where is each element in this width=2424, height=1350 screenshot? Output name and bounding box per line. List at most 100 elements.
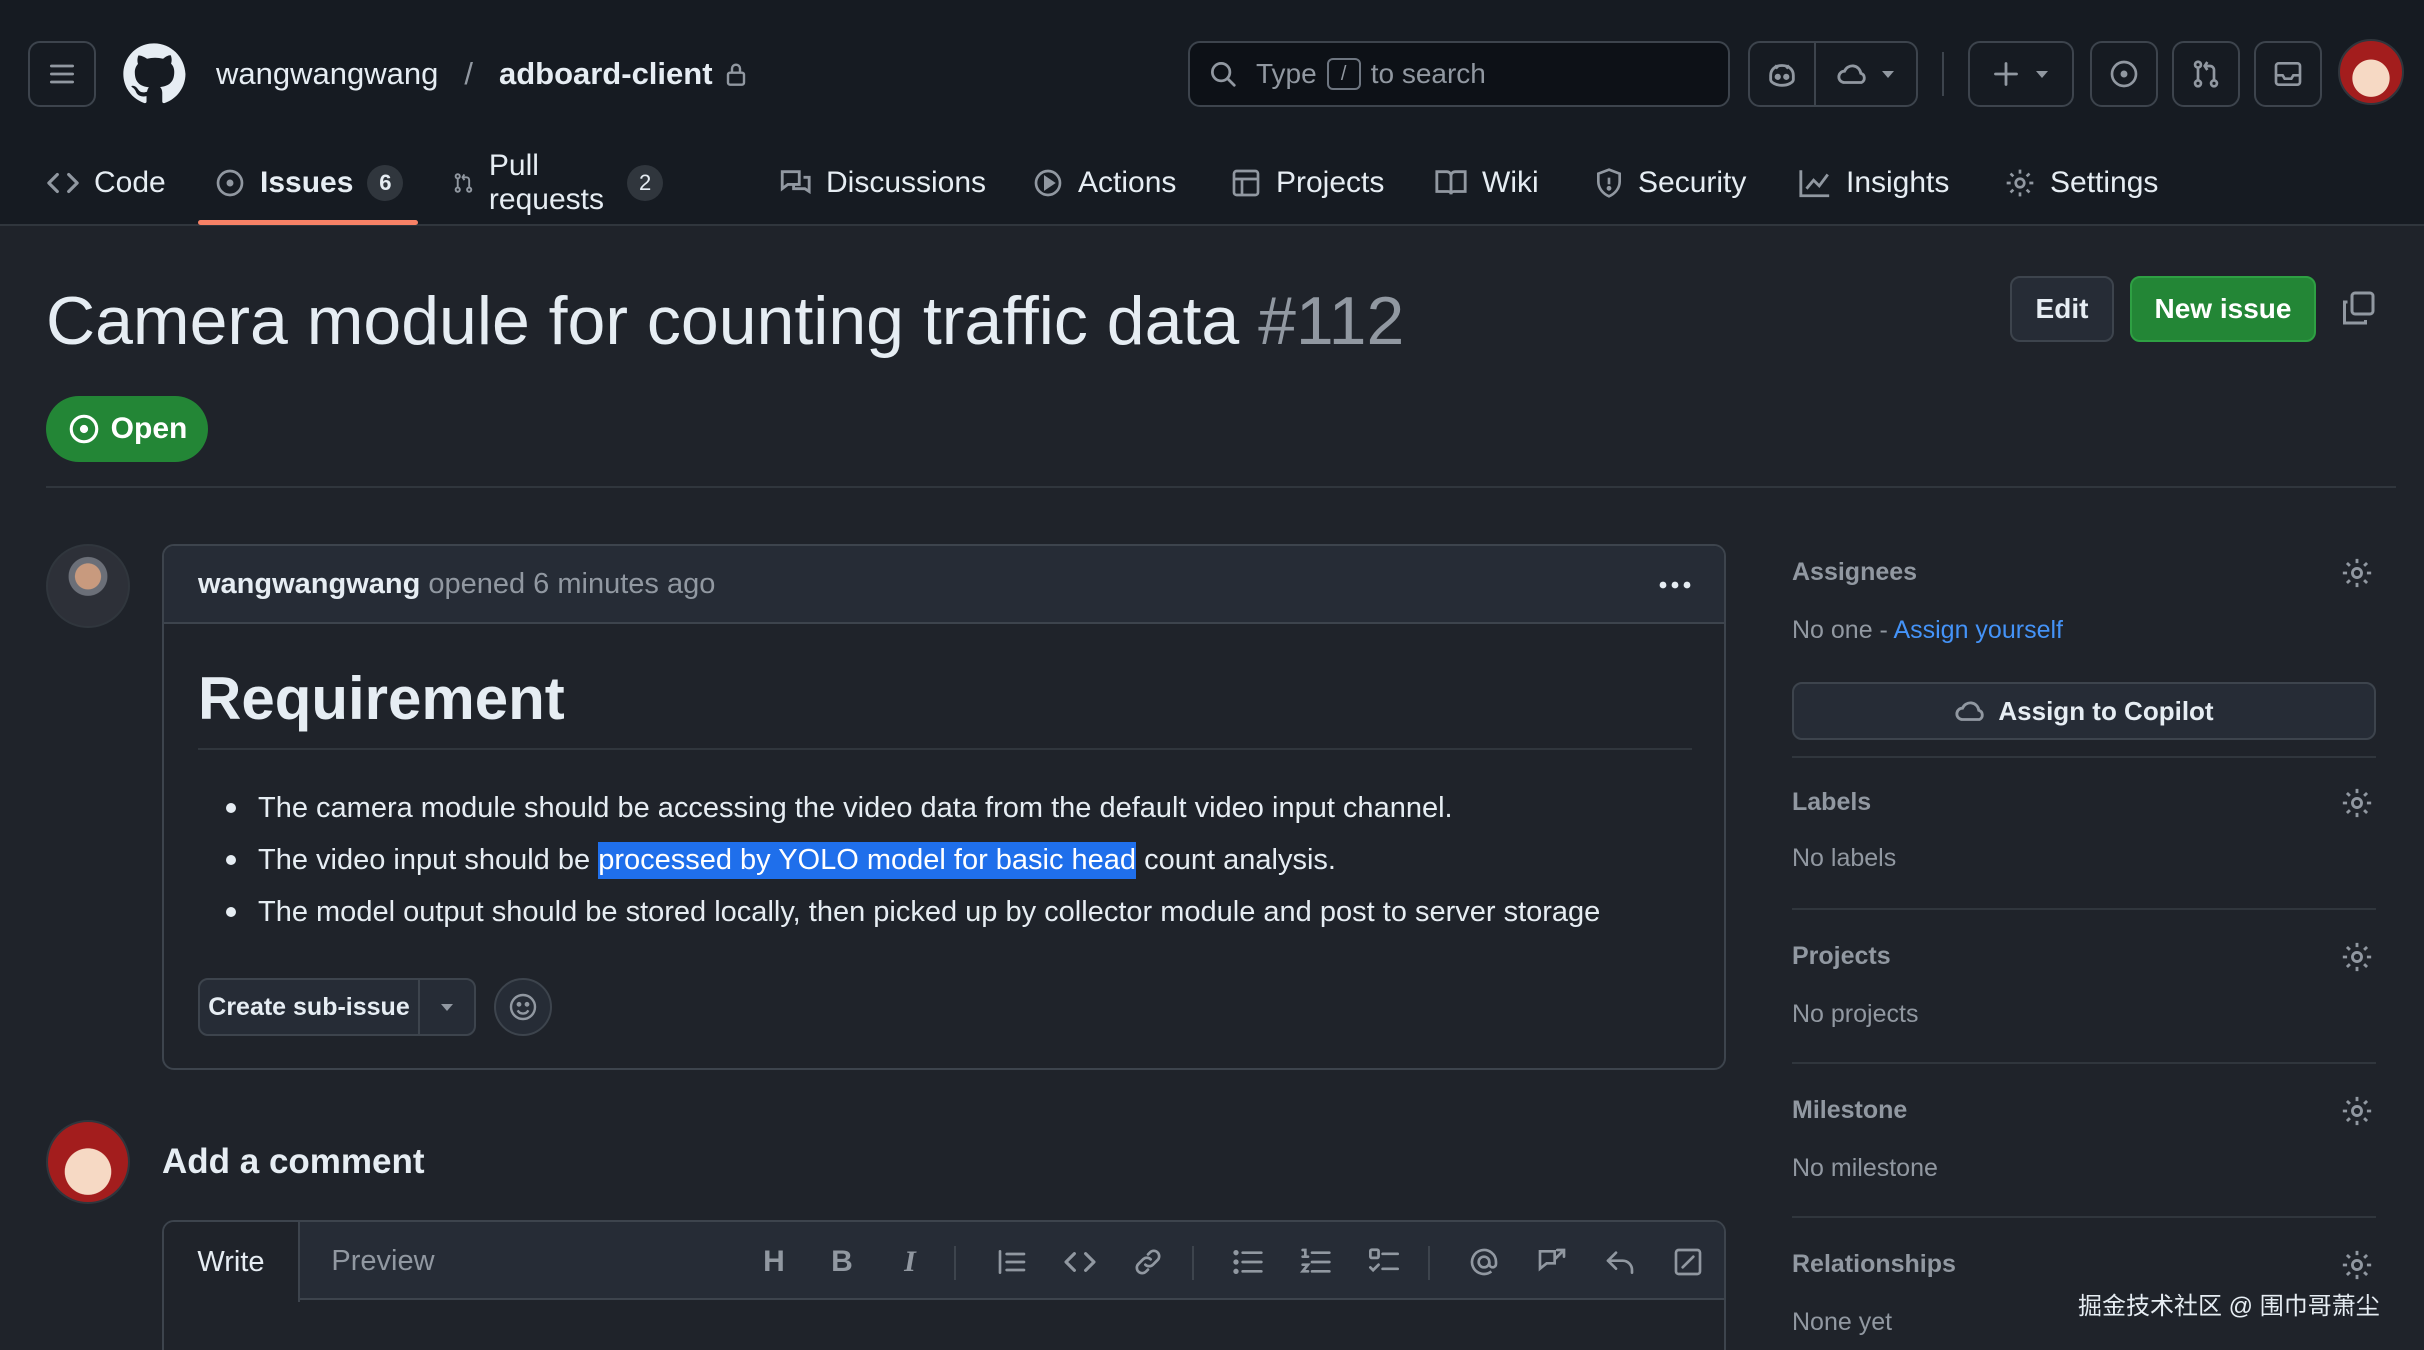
search-input[interactable]: Type / to search [1188, 41, 1730, 107]
author-avatar[interactable] [46, 544, 130, 628]
copilot-menu-button[interactable] [1814, 41, 1918, 107]
relationships-label: Relationships [1792, 1250, 1956, 1278]
italic-tool[interactable]: I [892, 1244, 928, 1280]
list-item-text: The model output should be stored locall… [258, 895, 1601, 928]
link-tool[interactable] [1130, 1244, 1166, 1280]
tab-preview[interactable]: Preview [300, 1222, 466, 1300]
list-item-text-before: The video input should be [258, 843, 599, 876]
reply-icon [1606, 1251, 1634, 1274]
quote-icon [998, 1250, 1026, 1274]
ordered-list-tool[interactable] [1298, 1244, 1334, 1280]
copilot-cloud-icon [1837, 64, 1866, 84]
reference-tool[interactable] [1534, 1244, 1570, 1280]
copilot-chat-button[interactable] [1748, 41, 1816, 107]
heading-tool[interactable]: H [756, 1244, 792, 1280]
issue-body-card: wangwangwang opened 6 minutes ago Requir… [162, 544, 1726, 1070]
editor-toolbar: Write Preview H B I [164, 1222, 1724, 1302]
assign-to-copilot-button[interactable]: Assign to Copilot [1792, 682, 2376, 740]
assign-yourself-link[interactable]: Assign yourself [1893, 616, 2063, 644]
add-reaction-button[interactable] [494, 978, 552, 1036]
copy-link-button[interactable] [2340, 290, 2376, 326]
unordered-list-tool[interactable] [1230, 1244, 1266, 1280]
new-issue-button[interactable]: New issue [2130, 276, 2316, 342]
bold-tool[interactable]: B [824, 1244, 860, 1280]
tab-security[interactable]: Security [1594, 140, 1746, 226]
labels-label: Labels [1792, 788, 1872, 816]
copilot-icon [1769, 64, 1795, 87]
saved-replies-tool[interactable] [1602, 1244, 1638, 1280]
assignees-label: Assignees [1792, 558, 1918, 586]
selected-text: processed by YOLO model for basic head [598, 841, 1137, 879]
active-tab-indicator [198, 220, 418, 225]
milestone-value: No milestone [1792, 1154, 1938, 1182]
code-tool[interactable] [1062, 1244, 1098, 1280]
tab-code[interactable]: Code [46, 140, 166, 226]
git-pull-request-icon [454, 173, 473, 193]
graph-icon [1799, 170, 1830, 198]
create-sub-issue-button[interactable]: Create sub-issue [200, 980, 420, 1034]
toolbar-separator [1192, 1246, 1194, 1280]
tab-label: Pull requests [488, 149, 604, 216]
github-logo-icon[interactable] [122, 42, 186, 106]
projects-gear-icon[interactable] [2340, 940, 2374, 974]
edit-button[interactable]: Edit [2010, 276, 2114, 342]
body-heading: Requirement [198, 665, 565, 732]
tab-insights[interactable]: Insights [1798, 140, 1949, 226]
add-comment-heading: Add a comment [162, 1142, 425, 1181]
fullscreen-tool[interactable] [1670, 1244, 1706, 1280]
owner-link[interactable]: wangwangwang [216, 56, 438, 92]
issues-shortcut-button[interactable] [2090, 41, 2158, 107]
shield-icon [1597, 168, 1621, 198]
hamburger-icon [50, 64, 74, 84]
repo-link[interactable]: adboard-client [499, 56, 713, 92]
pull-requests-shortcut-button[interactable] [2172, 41, 2240, 107]
milestone-label: Milestone [1792, 1096, 1908, 1124]
assignees-gear-icon[interactable] [2340, 556, 2374, 590]
tab-label: Projects [1276, 166, 1385, 199]
tab-label: Settings [2050, 166, 2159, 199]
tab-write[interactable]: Write [164, 1222, 300, 1302]
tab-discussions[interactable]: Discussions [778, 140, 986, 226]
mention-icon [1470, 1248, 1498, 1276]
tab-actions[interactable]: Actions [1032, 140, 1176, 226]
pull-requests-count-badge: 2 [627, 165, 664, 201]
create-sub-issue-dropdown[interactable] [420, 980, 474, 1034]
projects-label: Projects [1792, 942, 1891, 970]
user-avatar[interactable] [2338, 39, 2404, 105]
quote-tool[interactable] [994, 1244, 1030, 1280]
tab-settings[interactable]: Settings [2004, 140, 2158, 226]
tab-pull-requests[interactable]: Pull requests 2 [452, 140, 664, 226]
tasklist-icon [1369, 1248, 1399, 1273]
link-icon [1135, 1249, 1161, 1275]
inbox-button[interactable] [2254, 41, 2322, 107]
tab-issues[interactable]: Issues 6 [214, 140, 404, 226]
kebab-horizontal-icon [1659, 581, 1691, 589]
author-link[interactable]: wangwangwang [198, 568, 420, 601]
list-unordered-icon [1233, 1249, 1263, 1274]
requirement-list: The camera module should be accessing th… [198, 782, 1600, 938]
tab-projects[interactable]: Projects [1230, 140, 1384, 226]
milestone-gear-icon[interactable] [2340, 1094, 2374, 1128]
heading-rule [198, 748, 1692, 750]
relationships-gear-icon[interactable] [2340, 1248, 2374, 1282]
issue-opened-icon [69, 414, 98, 444]
relationships-value: None yet [1792, 1308, 1893, 1336]
create-new-button[interactable] [1968, 41, 2074, 107]
tab-label: Discussions [826, 166, 987, 199]
labels-gear-icon[interactable] [2340, 786, 2374, 820]
issues-count-badge: 6 [367, 165, 404, 201]
tab-wiki[interactable]: Wiki [1434, 140, 1539, 226]
issue-state-badge: Open [46, 396, 208, 462]
issue-title-text: Camera module for counting traffic data [46, 283, 1240, 359]
smiley-icon [509, 993, 537, 1021]
git-pull-request-icon [2193, 60, 2219, 88]
menu-button[interactable] [28, 41, 96, 107]
task-list-tool[interactable] [1366, 1244, 1402, 1280]
mention-tool[interactable] [1466, 1244, 1502, 1280]
list-item-text-after: count analysis. [1136, 843, 1336, 876]
pencil-square-icon [1674, 1248, 1702, 1276]
comment-options-button[interactable] [1656, 568, 1694, 602]
plus-icon [1994, 62, 2018, 86]
cross-reference-icon [1538, 1248, 1566, 1272]
tab-label: Security [1638, 166, 1747, 199]
